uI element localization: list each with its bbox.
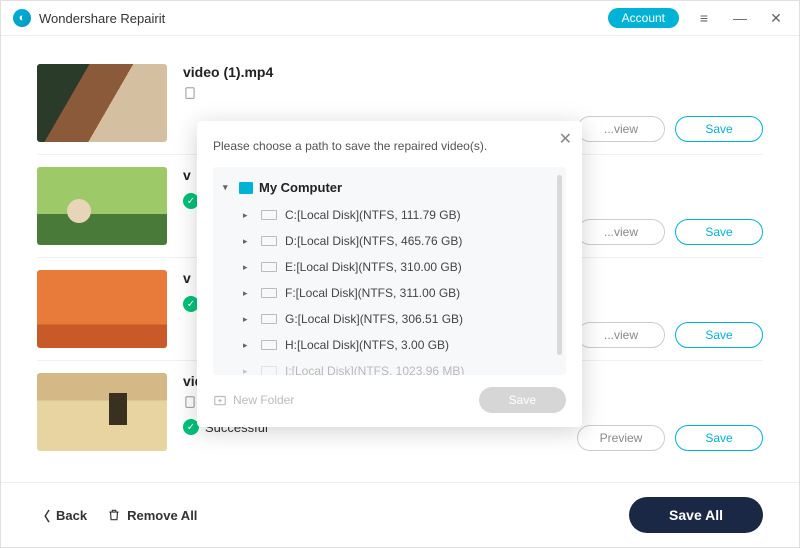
- menu-icon[interactable]: ≡: [693, 7, 715, 29]
- preview-button[interactable]: Preview: [577, 425, 665, 451]
- new-folder-label: New Folder: [233, 393, 294, 407]
- chevron-right-icon: ▸: [243, 262, 253, 273]
- drive-label: C:[Local Disk](NTFS, 111.79 GB): [285, 208, 461, 222]
- dialog-footer: New Folder Save: [213, 375, 566, 413]
- file-size: [183, 86, 202, 100]
- dialog-title: Please choose a path to save the repaire…: [213, 139, 566, 153]
- drive-label: E:[Local Disk](NTFS, 310.00 GB): [285, 260, 462, 274]
- remove-all-label: Remove All: [127, 508, 197, 523]
- save-button[interactable]: Save: [675, 425, 763, 451]
- chevron-left-icon: 〈: [37, 506, 50, 525]
- row-actions: ...view Save: [577, 270, 763, 348]
- drive-label: G:[Local Disk](NTFS, 306.51 GB): [285, 312, 463, 326]
- drive-list: ▸ C:[Local Disk](NTFS, 111.79 GB) ▸ D:[Loc…: [223, 202, 556, 375]
- file-icon: [183, 86, 197, 100]
- preview-button[interactable]: ...view: [577, 116, 665, 142]
- drive-label: H:[Local Disk](NTFS, 3.00 GB): [285, 338, 449, 352]
- drive-item[interactable]: ▸ D:[Local Disk](NTFS, 465.76 GB): [243, 228, 556, 254]
- app-window: ◐ Wondershare Repairit Account ≡ — ✕ vid…: [0, 0, 800, 548]
- back-label: Back: [56, 508, 87, 523]
- chevron-down-icon: ▾: [223, 182, 233, 193]
- remove-all-button[interactable]: Remove All: [107, 508, 197, 523]
- scrollbar[interactable]: [557, 175, 562, 355]
- tree-root-my-computer[interactable]: ▾ My Computer: [223, 177, 556, 198]
- drive-icon: [261, 236, 277, 246]
- drive-item[interactable]: ▸ C:[Local Disk](NTFS, 111.79 GB): [243, 202, 556, 228]
- save-path-dialog: ✕ Please choose a path to save the repai…: [197, 121, 582, 427]
- drive-icon: [261, 262, 277, 272]
- drive-label: I:[Local Disk](NTFS, 1023.96 MB): [285, 364, 464, 375]
- save-button[interactable]: Save: [675, 116, 763, 142]
- account-button[interactable]: Account: [608, 8, 679, 28]
- video-thumbnail[interactable]: [37, 373, 167, 451]
- save-all-button[interactable]: Save All: [629, 497, 763, 533]
- drive-icon: [261, 340, 277, 350]
- preview-button[interactable]: ...view: [577, 219, 665, 245]
- video-meta: [183, 86, 561, 100]
- footer-bar: 〈 Back Remove All Save All: [1, 482, 799, 547]
- chevron-right-icon: ▸: [243, 210, 253, 221]
- app-logo-icon: ◐: [13, 9, 31, 27]
- folder-plus-icon: [213, 393, 227, 407]
- drive-item[interactable]: ▸ G:[Local Disk](NTFS, 306.51 GB): [243, 306, 556, 332]
- video-thumbnail[interactable]: [37, 167, 167, 245]
- trash-icon: [107, 508, 121, 522]
- drive-icon: [261, 210, 277, 220]
- close-icon[interactable]: ✕: [765, 7, 787, 29]
- minimize-icon[interactable]: —: [729, 7, 751, 29]
- drive-item[interactable]: ▸ F:[Local Disk](NTFS, 311.00 GB): [243, 280, 556, 306]
- video-thumbnail[interactable]: [37, 64, 167, 142]
- chevron-right-icon: ▸: [243, 366, 253, 376]
- content-area: video (1).mp4 ...view Save v ✓: [1, 36, 799, 482]
- tree-root-label: My Computer: [259, 180, 342, 195]
- dialog-save-button[interactable]: Save: [479, 387, 566, 413]
- drive-item[interactable]: ▸ I:[Local Disk](NTFS, 1023.96 MB): [243, 358, 556, 375]
- back-button[interactable]: 〈 Back: [37, 506, 87, 525]
- chevron-right-icon: ▸: [243, 340, 253, 351]
- drive-label: F:[Local Disk](NTFS, 311.00 GB): [285, 286, 460, 300]
- new-folder-button[interactable]: New Folder: [213, 393, 471, 407]
- drive-item[interactable]: ▸ H:[Local Disk](NTFS, 3.00 GB): [243, 332, 556, 358]
- row-actions: ...view Save: [577, 167, 763, 245]
- monitor-icon: [239, 182, 253, 194]
- app-title: Wondershare Repairit: [39, 11, 600, 26]
- drive-icon: [261, 366, 277, 375]
- video-name: video (1).mp4: [183, 64, 561, 80]
- file-icon: [183, 395, 197, 409]
- dialog-close-icon[interactable]: ✕: [559, 129, 572, 149]
- preview-button[interactable]: ...view: [577, 322, 665, 348]
- drive-item[interactable]: ▸ E:[Local Disk](NTFS, 310.00 GB): [243, 254, 556, 280]
- row-actions: ...view Save: [577, 64, 763, 142]
- titlebar: ◐ Wondershare Repairit Account ≡ — ✕: [1, 1, 799, 36]
- folder-tree: ▾ My Computer ▸ C:[Local Disk](NTFS, 111.…: [213, 167, 566, 375]
- chevron-right-icon: ▸: [243, 288, 253, 299]
- drive-icon: [261, 314, 277, 324]
- chevron-right-icon: ▸: [243, 236, 253, 247]
- save-button[interactable]: Save: [675, 322, 763, 348]
- drive-icon: [261, 288, 277, 298]
- save-button[interactable]: Save: [675, 219, 763, 245]
- video-thumbnail[interactable]: [37, 270, 167, 348]
- row-actions: Preview Save: [577, 373, 763, 451]
- drive-label: D:[Local Disk](NTFS, 465.76 GB): [285, 234, 462, 248]
- chevron-right-icon: ▸: [243, 314, 253, 325]
